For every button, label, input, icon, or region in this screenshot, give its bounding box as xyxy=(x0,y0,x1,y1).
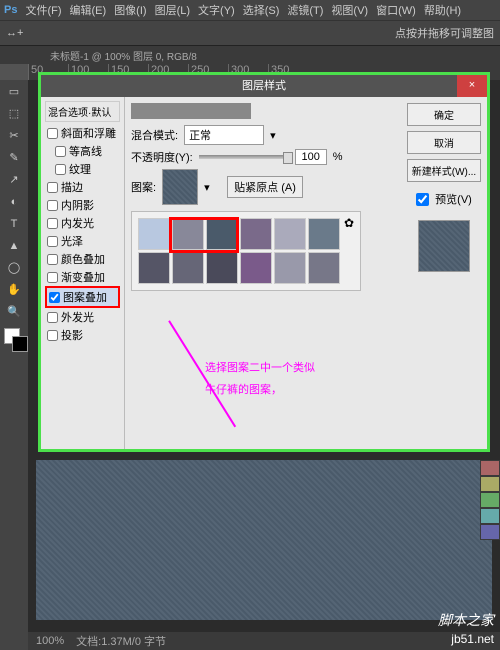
menu-image[interactable]: 图像(I) xyxy=(114,2,146,18)
watermark-url: jb51.net xyxy=(451,632,494,646)
pattern-swatch[interactable] xyxy=(274,218,306,250)
tool-zoom[interactable]: 🔍 xyxy=(2,302,26,322)
blend-mode-label: 混合模式: xyxy=(131,127,178,143)
mini-palette xyxy=(480,460,500,540)
blend-mode-select[interactable]: 正常 xyxy=(184,125,264,145)
annotation-arrow xyxy=(168,271,315,427)
menu-select[interactable]: 选择(S) xyxy=(243,2,280,18)
pattern-preview[interactable] xyxy=(162,169,198,205)
opacity-input[interactable]: 100 xyxy=(295,149,327,165)
pattern-menu-icon[interactable]: ✿ xyxy=(344,216,354,230)
tool-move[interactable]: ▭ xyxy=(2,82,26,102)
ps-logo: Ps xyxy=(4,4,17,16)
menu-help[interactable]: 帮助(H) xyxy=(424,2,461,18)
snap-origin-button[interactable]: 贴紧原点 (A) xyxy=(227,176,303,198)
tool-type[interactable]: T xyxy=(2,214,26,234)
menu-view[interactable]: 视图(V) xyxy=(331,2,368,18)
pattern-swatch[interactable] xyxy=(138,218,170,250)
section-header xyxy=(131,103,251,119)
menu-window[interactable]: 窗口(W) xyxy=(376,2,416,18)
tool-brush[interactable]: ✎ xyxy=(2,148,26,168)
menu-layer[interactable]: 图层(L) xyxy=(155,2,190,18)
blend-options-header[interactable]: 混合选项·默认 xyxy=(45,101,120,122)
menu-filter[interactable]: 滤镜(T) xyxy=(287,2,323,18)
tool-shape[interactable]: ◯ xyxy=(2,258,26,278)
style-texture[interactable]: 纹理 xyxy=(45,160,120,178)
style-inner-glow[interactable]: 内发光 xyxy=(45,214,120,232)
tool-eyedropper[interactable]: ↗ xyxy=(2,170,26,190)
opacity-label: 不透明度(Y): xyxy=(131,149,193,165)
pattern-label: 图案: xyxy=(131,179,156,195)
menu-edit[interactable]: 编辑(E) xyxy=(70,2,107,18)
preview-checkbox[interactable] xyxy=(416,193,429,206)
tool-marquee[interactable]: ⬚ xyxy=(2,104,26,124)
cancel-button[interactable]: 取消 xyxy=(407,131,481,154)
tool-indicator: ↔+ xyxy=(6,27,23,39)
dialog-title: 图层样式 × xyxy=(41,75,487,97)
dialog-close-button[interactable]: × xyxy=(457,75,487,97)
color-swatches[interactable] xyxy=(2,328,26,358)
new-style-button[interactable]: 新建样式(W)... xyxy=(407,159,481,182)
style-contour[interactable]: 等高线 xyxy=(45,142,120,160)
tool-lasso[interactable]: ✂ xyxy=(2,126,26,146)
hint-text: 点按并拖移可调整图 xyxy=(395,25,494,41)
menu-type[interactable]: 文字(Y) xyxy=(198,2,235,18)
tool-pen[interactable]: ▲ xyxy=(2,236,26,256)
background-swatch[interactable] xyxy=(12,336,28,352)
style-bevel[interactable]: 斜面和浮雕 xyxy=(45,124,120,142)
pattern-swatch[interactable] xyxy=(138,252,170,284)
pattern-swatch[interactable] xyxy=(240,218,272,250)
style-pattern-overlay[interactable]: 图案叠加 xyxy=(45,286,120,308)
tool-dodge[interactable]: ◐ xyxy=(2,192,26,212)
style-color-overlay[interactable]: 颜色叠加 xyxy=(45,250,120,268)
menu-file[interactable]: 文件(F) xyxy=(25,2,61,18)
toolbar: ▭ ⬚ ✂ ✎ ↗ ◐ T ▲ ◯ ✋ 🔍 xyxy=(0,80,28,650)
layer-style-dialog: 图层样式 × 混合选项·默认 斜面和浮雕 等高线 纹理 描边 内阴影 内发光 光… xyxy=(41,75,487,449)
style-inner-shadow[interactable]: 内阴影 xyxy=(45,196,120,214)
pattern-swatch[interactable] xyxy=(274,252,306,284)
document-tab[interactable]: 未标题-1 @ 100% 图层 0, RGB/8 xyxy=(0,46,500,64)
zoom-level[interactable]: 100% xyxy=(36,635,64,647)
pattern-swatch[interactable] xyxy=(172,252,204,284)
doc-info: 文档:1.37M/0 字节 xyxy=(76,633,166,649)
highlight-box xyxy=(169,217,239,253)
watermark: 脚本之家 xyxy=(438,610,494,630)
style-stroke[interactable]: 描边 xyxy=(45,178,120,196)
style-gradient-overlay[interactable]: 渐变叠加 xyxy=(45,268,120,286)
tool-hand[interactable]: ✋ xyxy=(2,280,26,300)
pattern-swatch[interactable] xyxy=(308,252,340,284)
ok-button[interactable]: 确定 xyxy=(407,103,481,126)
canvas[interactable] xyxy=(36,460,492,620)
style-outer-glow[interactable]: 外发光 xyxy=(45,308,120,326)
style-drop-shadow[interactable]: 投影 xyxy=(45,326,120,344)
preview-swatch xyxy=(418,220,470,272)
opacity-slider[interactable] xyxy=(199,155,289,159)
style-satin[interactable]: 光泽 xyxy=(45,232,120,250)
pattern-swatch[interactable] xyxy=(308,218,340,250)
